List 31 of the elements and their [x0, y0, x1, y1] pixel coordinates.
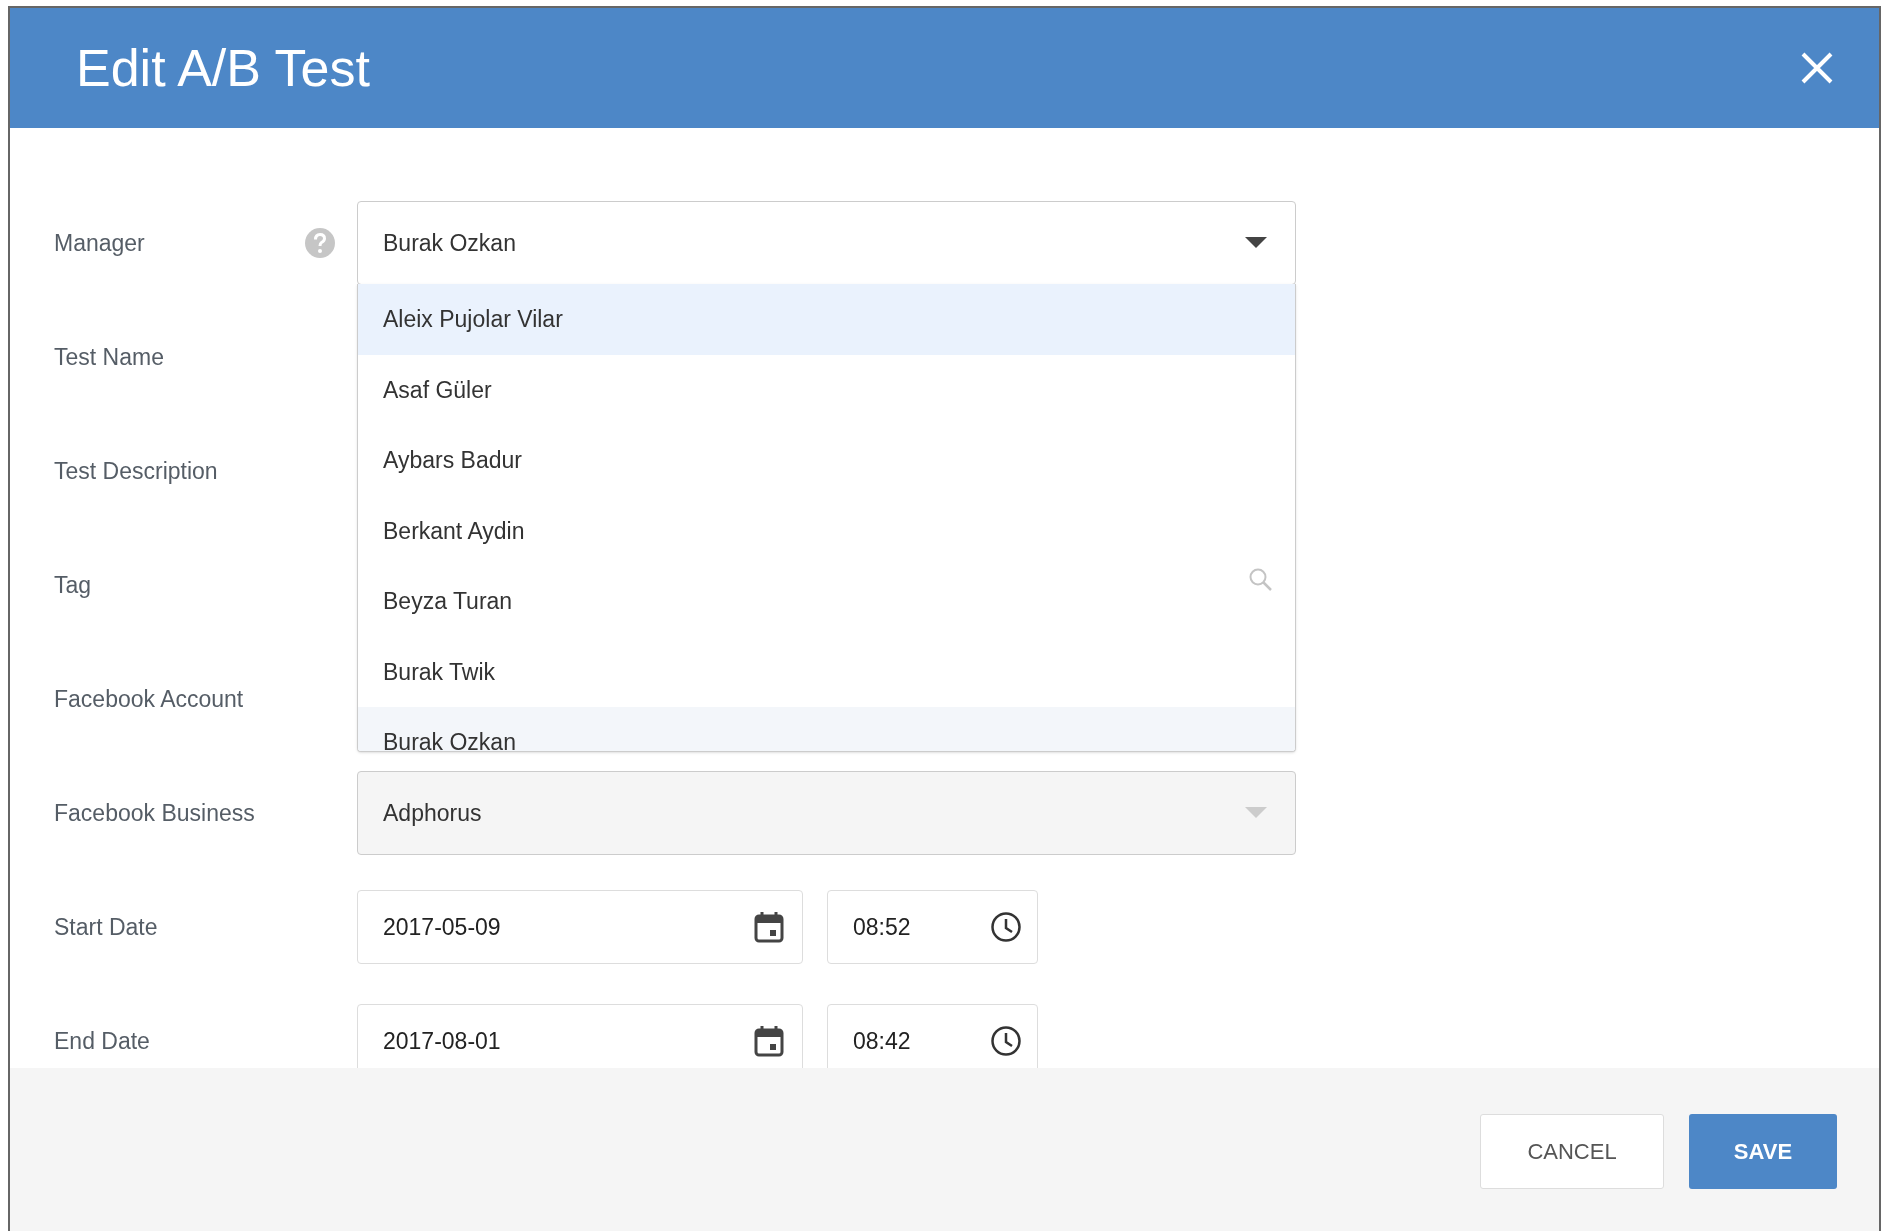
date-field[interactable]: 2017-05-09 — [357, 890, 803, 964]
time-field[interactable]: 08:42 — [827, 1004, 1038, 1068]
dropdown-option[interactable]: Aybars Badur — [358, 425, 1295, 496]
field-label: Start Date — [54, 912, 159, 942]
dropdown-option[interactable]: Aleix Pujolar Vilar — [358, 284, 1295, 355]
caret-icon — [1245, 807, 1267, 819]
field-label: End Date — [54, 1026, 151, 1056]
dropdown-option[interactable]: Beyza Turan — [358, 566, 1295, 637]
dropdown-option[interactable]: Berkant Aydin — [358, 495, 1295, 566]
time-field[interactable]: 08:52 — [827, 890, 1038, 964]
clock-icon — [990, 911, 1022, 943]
clock-icon — [990, 1025, 1022, 1057]
cancel-button[interactable]: CANCEL — [1480, 1114, 1664, 1189]
field-label: Facebook Business — [54, 798, 256, 828]
calendar-icon — [754, 1025, 784, 1057]
dropdown-option[interactable]: Burak Twik — [358, 636, 1295, 707]
caret-icon — [1245, 237, 1267, 249]
field-label: Test Name — [54, 342, 165, 372]
field-label: Facebook Account — [54, 684, 245, 714]
close-icon — [1800, 51, 1834, 85]
date-field[interactable]: 2017-08-01 — [357, 1004, 803, 1068]
dropdown-option[interactable]: Burak Ozkan — [358, 707, 1295, 751]
search-icon — [1248, 567, 1274, 593]
dialog-title: Edit A/B Test — [76, 38, 370, 99]
select-field[interactable]: Burak Ozkan — [357, 201, 1296, 285]
field-label: Tag — [54, 570, 93, 600]
dropdown-option[interactable]: Asaf Güler — [358, 354, 1295, 425]
field-label: Test Description — [54, 456, 219, 486]
calendar-icon — [754, 911, 784, 943]
save-button[interactable]: SAVE — [1689, 1114, 1837, 1189]
field-label: Manager — [54, 228, 146, 258]
